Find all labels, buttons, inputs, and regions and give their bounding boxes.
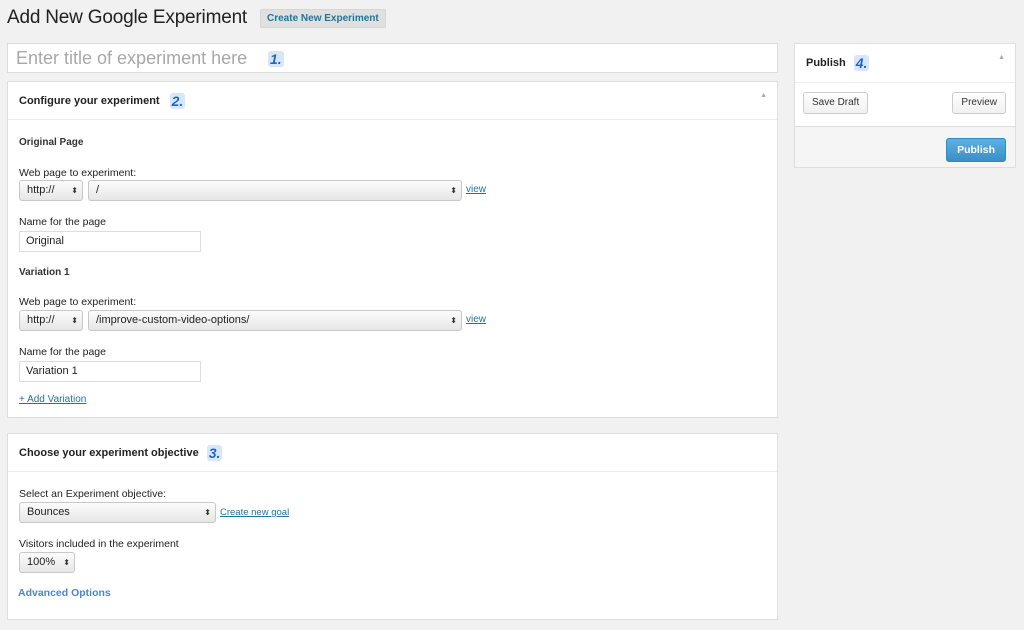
experiment-objective-heading: Choose your experiment objective <box>19 446 199 459</box>
publish-box: Publish 4. ▲ Save Draft Preview Publish <box>794 43 1016 168</box>
publish-minor-actions: Save Draft Preview <box>795 83 1015 127</box>
variation-path-select[interactable]: /improve-custom-video-options/ ⬍ <box>88 310 462 331</box>
step-badge-2: 2. <box>169 92 186 109</box>
variation-name-label: Name for the page <box>19 346 106 358</box>
preview-button[interactable]: Preview <box>952 92 1006 114</box>
step-badge-4: 4. <box>853 55 870 71</box>
create-new-experiment-button[interactable]: Create New Experiment <box>260 9 386 28</box>
experiment-title-input[interactable] <box>8 44 777 72</box>
variation-path-value: /improve-custom-video-options/ <box>96 314 250 326</box>
select-arrows-icon: ⬍ <box>450 316 457 325</box>
publish-header[interactable]: Publish 4. ▲ <box>795 44 1015 83</box>
original-path-value: / <box>96 184 100 196</box>
select-arrows-icon: ⬍ <box>204 508 211 517</box>
select-arrows-icon: ⬍ <box>450 186 457 195</box>
step-badge-1: 1. <box>268 51 284 67</box>
collapse-toggle-icon[interactable]: ▲ <box>760 92 767 99</box>
collapse-toggle-icon[interactable]: ▲ <box>998 54 1005 61</box>
original-name-label: Name for the page <box>19 216 106 228</box>
variation-protocol-value: http:// <box>27 314 55 326</box>
original-protocol-value: http:// <box>27 184 55 196</box>
create-new-goal-link[interactable]: Create new goal <box>220 507 289 518</box>
visitors-percentage-select[interactable]: 100% ⬍ <box>19 552 75 573</box>
original-web-page-label: Web page to experiment: <box>19 167 137 179</box>
select-arrows-icon: ⬍ <box>71 186 78 195</box>
visitors-label: Visitors included in the experiment <box>19 538 179 550</box>
objective-selected-value: Bounces <box>27 506 70 518</box>
configure-experiment-box: Configure your experiment 2. ▲ Original … <box>7 81 778 418</box>
variation-view-link[interactable]: view <box>466 314 486 325</box>
original-view-link[interactable]: view <box>466 184 486 195</box>
variation-web-page-label: Web page to experiment: <box>19 296 137 308</box>
original-protocol-select[interactable]: http:// ⬍ <box>19 180 83 201</box>
variation-section-label: Variation 1 <box>19 267 70 278</box>
select-arrows-icon: ⬍ <box>63 558 70 567</box>
variation-protocol-select[interactable]: http:// ⬍ <box>19 310 83 331</box>
page-title: Add New Google Experiment <box>7 7 248 28</box>
select-arrows-icon: ⬍ <box>71 316 78 325</box>
save-draft-button[interactable]: Save Draft <box>803 92 869 114</box>
original-page-section-label: Original Page <box>19 137 84 148</box>
experiment-objective-box: Choose your experiment objective 3. Sele… <box>7 433 778 620</box>
step-badge-3: 3. <box>206 444 223 461</box>
publish-button[interactable]: Publish <box>946 138 1006 162</box>
configure-experiment-header[interactable]: Configure your experiment 2. ▲ <box>8 82 777 120</box>
experiment-objective-header[interactable]: Choose your experiment objective 3. <box>8 434 777 472</box>
objective-select[interactable]: Bounces ⬍ <box>19 502 216 523</box>
configure-experiment-heading: Configure your experiment <box>19 94 160 107</box>
objective-select-label: Select an Experiment objective: <box>19 488 167 500</box>
add-variation-link[interactable]: + Add Variation <box>19 394 86 405</box>
visitors-percentage-value: 100% <box>27 556 56 568</box>
original-name-input[interactable]: Original <box>19 231 201 252</box>
original-path-select[interactable]: / ⬍ <box>88 180 462 201</box>
title-field-wrapper <box>7 43 778 73</box>
advanced-options-link[interactable]: Advanced Options <box>18 587 111 599</box>
variation-name-input[interactable]: Variation 1 <box>19 361 201 382</box>
publish-heading: Publish <box>806 57 846 69</box>
